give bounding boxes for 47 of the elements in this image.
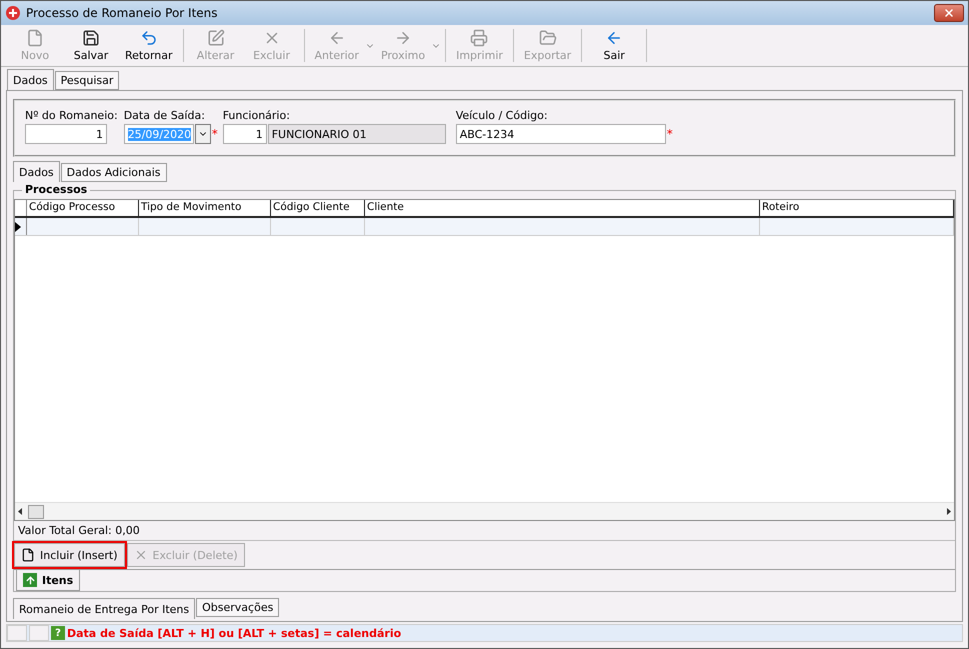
document-icon [26,29,44,47]
window-title: Processo de Romaneio Por Itens [26,6,219,20]
tab[interactable]: Observações [196,598,280,617]
field-label: Funcionário: [222,109,291,122]
scroll-right-icon[interactable] [947,508,951,515]
tab[interactable]: Pesquisar [54,71,120,90]
edit-icon [206,29,225,47]
toolbar-button[interactable]: Salvar [63,27,119,64]
tab[interactable]: Dados [13,161,60,182]
toolbar-button[interactable]: Retornar [119,27,179,64]
group-title: Processos [22,183,90,196]
printer-icon [470,29,488,47]
readonly-field: FUNCIONARIO 01 [268,124,446,144]
column-header[interactable]: Tipo de Movimento [139,200,271,216]
scroll-left-icon[interactable] [18,508,22,515]
arrow-up-icon [23,573,37,587]
horizontal-scrollbar[interactable] [15,502,954,520]
dropdown-button[interactable] [194,124,211,144]
column-header[interactable]: Cliente [365,200,760,216]
input-field[interactable]: ABC-1234 [456,124,666,144]
app-logo-icon [5,5,21,21]
help-icon: ? [51,626,65,640]
required-mark: * [212,127,218,141]
undo-icon [140,29,158,47]
field-label: Data de Saída: [124,109,206,122]
status-message: Data de Saída [ALT + H] ou [ALT + setas] = calendário [67,626,402,640]
column-header[interactable]: Código Cliente [271,200,365,216]
column-header[interactable]: Roteiro [760,200,954,216]
close-icon [943,7,955,19]
folder-icon [538,29,557,47]
input-field[interactable]: 1 [25,124,107,144]
save-icon [82,29,100,47]
action-button[interactable]: Incluir (Insert) [14,543,124,567]
toolbar-button[interactable]: Sair [586,27,642,64]
tab[interactable]: Romaneio de Entrega Por Itens [13,598,196,619]
tab[interactable]: Dados [7,69,54,90]
tab[interactable]: Itens [16,570,80,591]
field-label: Veículo / Código: [456,109,549,122]
row-pointer-icon [15,222,21,232]
column-header[interactable]: Código Processo [27,200,139,216]
input-field[interactable]: 1 [222,124,267,144]
field-label: Nº do Romaneio: [25,109,118,122]
tab[interactable]: Dados Adicionais [60,163,167,182]
close-button[interactable] [934,4,964,22]
document-icon [21,548,35,562]
scroll-thumb[interactable] [28,504,44,518]
required-mark: * [666,127,673,141]
